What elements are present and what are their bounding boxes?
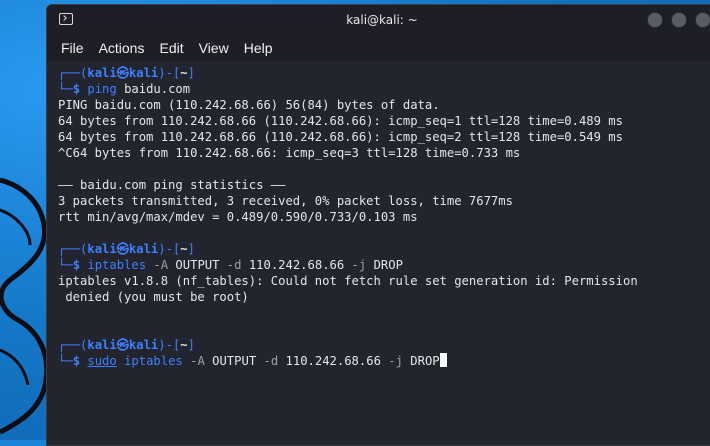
command-token: DROP [402,354,440,368]
prompt-user: kali [87,242,117,256]
command-token: ping [87,82,117,96]
command-token: OUTPUT [204,354,257,368]
prompt-user: kali [87,66,117,80]
prompt-user: kali [87,338,117,352]
prompt-frame: └─ [58,258,73,272]
minimize-button[interactable] [647,12,663,28]
command-token: 110.242.68.66 [241,258,345,272]
prompt-dir: ~ [180,66,188,80]
prompt-frame: ] [187,66,195,80]
output-line: iptables v1.8.8 (nf_tables): Could not f… [58,274,638,288]
output-line: ^C64 bytes from 110.242.68.66: icmp_seq=… [58,146,521,160]
prompt-at-symbol: ㉿ [116,338,129,352]
command-token: iptables [87,258,147,272]
output-line: rtt min/avg/max/mdev = 0.489/0.590/0.733… [58,210,418,224]
command-token: -d [219,258,242,272]
prompt-frame: ┌──( [58,66,88,80]
prompt-frame: ┌──( [58,338,88,352]
menu-help[interactable]: Help [244,40,273,56]
prompt-frame: ┌──( [58,242,88,256]
prompt-dir: ~ [180,338,188,352]
menu-edit[interactable]: Edit [159,40,183,56]
prompt-host: kali [128,66,159,80]
title-bar[interactable]: kali@kali: ~ [47,5,710,35]
prompt-frame: )-[ [158,242,181,256]
command-token: -A [146,258,169,272]
prompt-line-top: ┌──(kali㉿kali)-[~] [58,337,710,353]
menu-file[interactable]: File [61,40,84,56]
close-button[interactable] [695,12,710,28]
menu-view[interactable]: View [199,40,229,56]
maximize-button[interactable] [671,12,687,28]
command-token: DROP [366,258,403,272]
menu-bar: File Actions Edit View Help [47,35,710,61]
output-line: denied (you must be root) [58,290,249,304]
prompt-dollar: $ [72,82,81,96]
command-token: baidu.com [116,82,191,96]
command-line: └─$ iptables -A OUTPUT -d 110.242.68.66 … [58,257,710,273]
command-token: 110.242.68.66 [278,354,381,368]
command-token: iptables [116,354,183,368]
prompt-at-symbol: ㉿ [116,66,129,80]
prompt-host: kali [128,338,159,352]
output-line: —— baidu.com ping statistics —— [58,178,286,192]
prompt-frame: └─ [58,82,73,96]
window-title: kali@kali: ~ [346,13,418,27]
prompt-line-top: ┌──(kali㉿kali)-[~] [58,241,710,257]
output-line: 64 bytes from 110.242.68.66 (110.242.68.… [58,130,623,144]
command-token: -j [344,258,367,272]
prompt-dollar: $ [72,258,81,272]
command-token: sudo [87,354,117,368]
prompt-dollar: $ [72,354,81,368]
command-token: OUTPUT [168,258,220,272]
output-line: PING baidu.com (110.242.68.66) 56(84) by… [58,98,440,112]
prompt-frame: )-[ [158,66,181,80]
output-line: 3 packets transmitted, 3 received, 0% pa… [58,194,513,208]
command-line: └─$ sudo iptables -A OUTPUT -d 110.242.6… [58,353,710,369]
prompt-frame: ] [187,338,195,352]
command-token: -d [256,354,279,368]
menu-actions[interactable]: Actions [99,40,145,56]
prompt-frame: └─ [58,354,73,368]
prompt-frame: )-[ [158,338,181,352]
command-token: -A [182,354,205,368]
prompt-line-top: ┌──(kali㉿kali)-[~] [58,65,710,81]
prompt-dir: ~ [180,242,188,256]
terminal-output[interactable]: ┌──(kali㉿kali)-[~] └─$ ping baidu.com PING… [47,61,710,445]
output-line: 64 bytes from 110.242.68.66 (110.242.68.… [58,114,623,128]
prompt-host: kali [128,242,159,256]
prompt-frame: ] [187,242,195,256]
terminal-icon [59,13,73,25]
prompt-at-symbol: ㉿ [116,242,129,256]
terminal-window: kali@kali: ~ File Actions Edit View Help… [46,4,710,446]
text-cursor [439,353,447,367]
command-token: -j [380,354,403,368]
command-line: └─$ ping baidu.com [58,81,710,97]
